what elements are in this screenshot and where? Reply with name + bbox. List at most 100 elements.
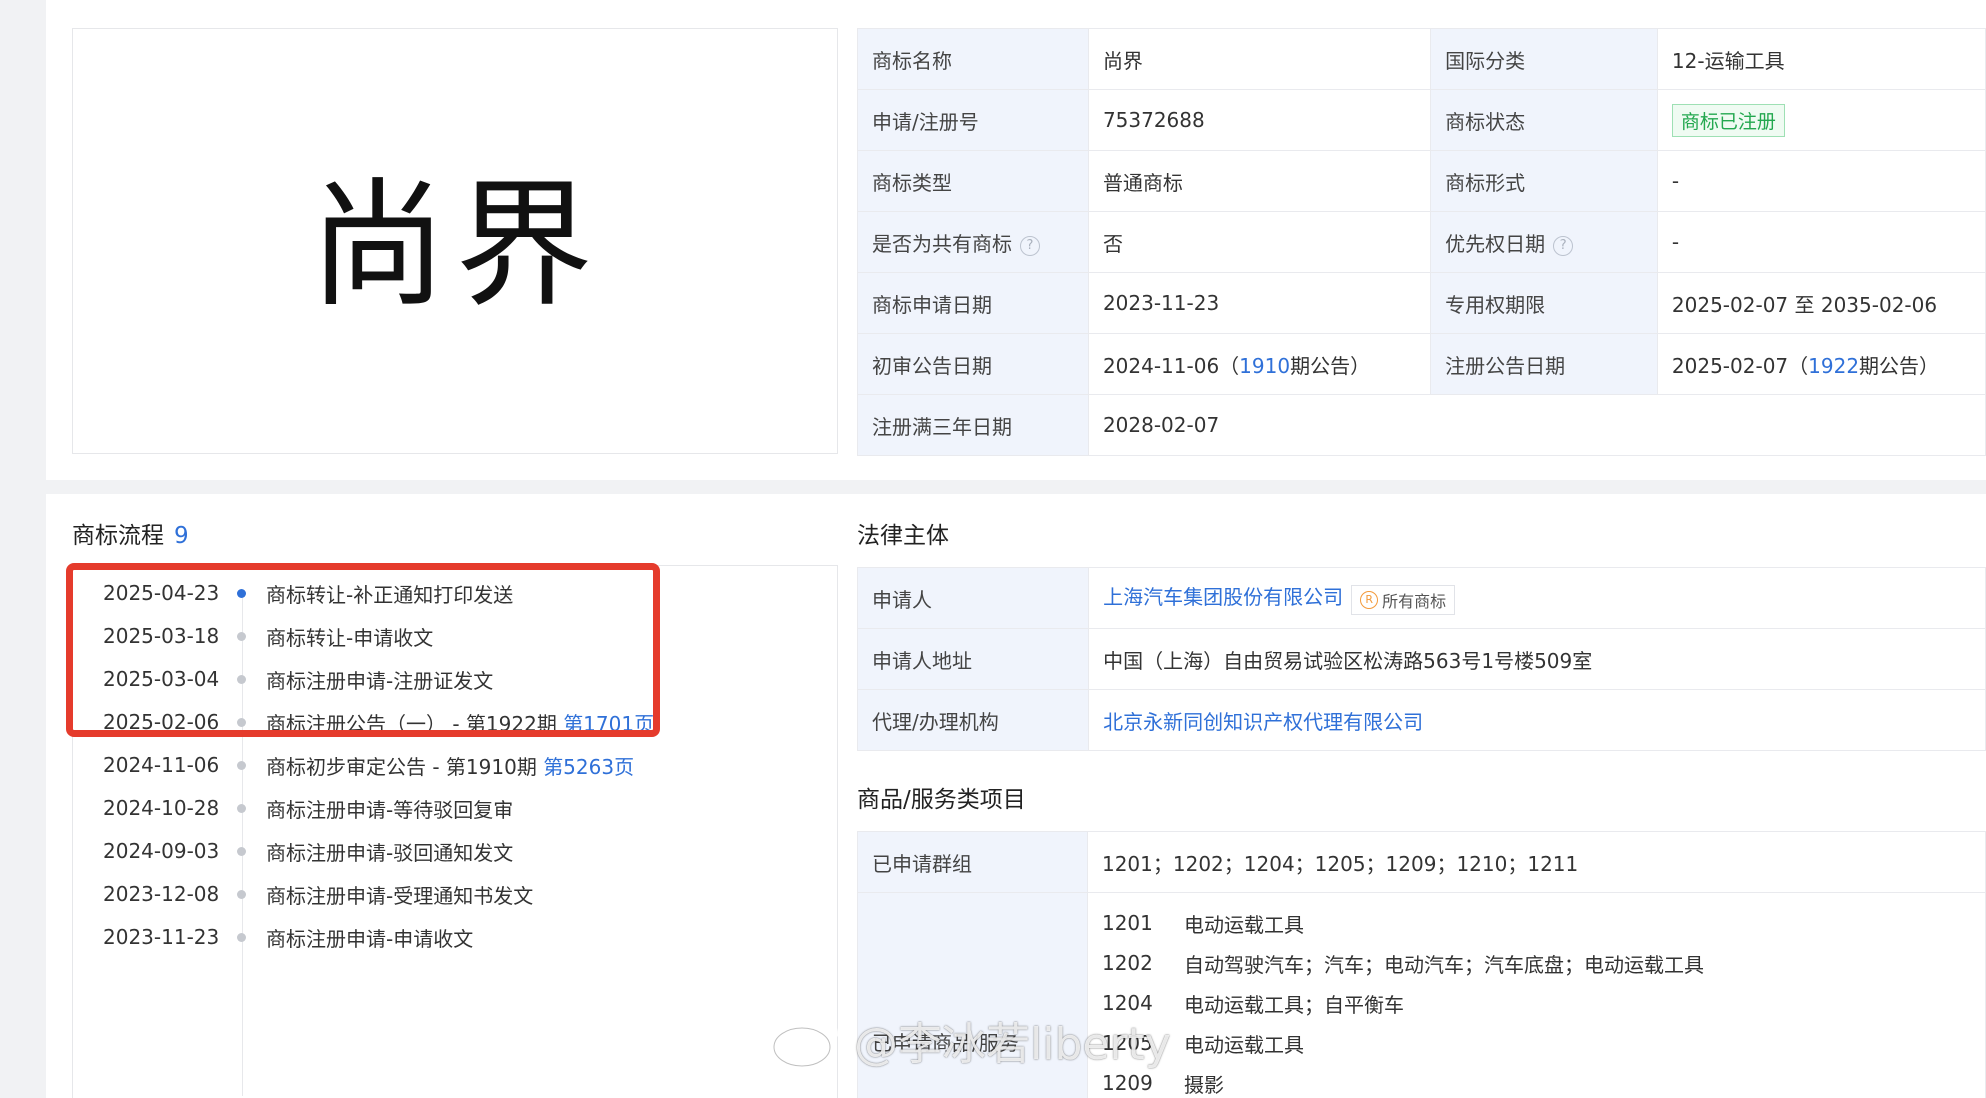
trademark-summary-card: 尚界 商标名称 尚界 国际分类 12-运输工具 申请/注册号 75372688 … <box>46 0 1986 480</box>
goods-desc: 摄影 <box>1183 1072 1224 1097</box>
info-label: 优先权日期? <box>1430 211 1658 273</box>
timeline-dot <box>237 717 246 727</box>
timeline-date: 2024-10-28 <box>103 796 220 820</box>
goods-groups-value: 1201；1202；1204；1205；1209；1210；1211 <box>1086 831 1986 893</box>
goods-desc: 电动运载工具；自平衡车 <box>1183 992 1404 1017</box>
timeline-text: 商标注册申请-受理通知书发文 <box>266 883 534 908</box>
legal-entity-table: 申请人 上海汽车集团股份有限公司 R 所有商标 申请人地址 中国（上海）自由贸易试验… <box>856 567 1986 751</box>
timeline-text: 商标注册申请-申请收文 <box>266 926 474 951</box>
info-row: 注册满三年日期 2028-02-07 <box>857 394 1986 456</box>
timeline-date: 2023-11-23 <box>103 925 220 949</box>
gazette-page-link[interactable]: 第5263页 <box>543 755 634 779</box>
timeline-dot <box>237 889 246 899</box>
process-title-text: 商标流程 <box>72 523 164 549</box>
trademark-detail-card: 商标流程 9 2025-04-23 商标转让-补正通知打印发送 2025-03-1… <box>46 494 1986 1098</box>
info-value: 普通商标 <box>1087 150 1432 212</box>
help-icon[interactable]: ? <box>1020 235 1040 256</box>
applicant-link[interactable]: 上海汽车集团股份有限公司 <box>1103 585 1343 609</box>
trademark-logo-text: 尚界 <box>308 165 601 326</box>
timeline-dot <box>237 760 246 770</box>
goods-desc: 电动运载工具 <box>1183 1032 1304 1057</box>
goods-section-title: 商品/服务类项目 <box>857 787 1026 813</box>
timeline-text: 商标注册申请-注册证发文 <box>266 668 494 693</box>
legal-value: 北京永新同创知识产权代理有限公司 <box>1088 689 1986 751</box>
process-count: 9 <box>174 523 189 549</box>
suffix-text: 期公告） <box>1290 353 1371 378</box>
goods-items-list: 1201 电动运载工具 1202 自动驾驶汽车；汽车；电动汽车；汽车底盘；电动运载工… <box>1086 892 1986 1098</box>
timeline-dot <box>237 846 246 856</box>
info-row: 初审公告日期 2024-11-06（1910期公告） 注册公告日期 2025-0… <box>857 333 1986 395</box>
legal-value: 上海汽车集团股份有限公司 R 所有商标 <box>1088 567 1986 629</box>
goods-row: 已申请商品/服务 1201 电动运载工具 1202 自动驾驶汽车；汽车；电动汽车；汽… <box>857 892 1986 1098</box>
goods-desc: 自动驾驶汽车；汽车；电动汽车；汽车底盘；电动运载工具 <box>1183 952 1704 977</box>
info-row: 商标申请日期 2023-11-23 专用权期限 2025-02-07 至 203… <box>857 272 1986 334</box>
legal-row: 代理/办理机构 北京永新同创知识产权代理有限公司 <box>856 689 1986 751</box>
goods-item: 1204 电动运载工具；自平衡车 <box>1102 983 1971 1023</box>
gazette-page-link[interactable]: 第1701页 <box>563 712 654 736</box>
info-label: 商标申请日期 <box>857 272 1089 334</box>
timeline-date: 2023-12-08 <box>103 882 220 906</box>
info-label: 商标状态 <box>1430 89 1658 151</box>
info-value: 2024-11-06（1910期公告） <box>1087 333 1432 395</box>
timeline-item: 2025-03-04 商标注册申请-注册证发文 <box>73 664 493 694</box>
all-trademarks-label: 所有商标 <box>1382 592 1447 611</box>
goods-code: 1209 <box>1101 1071 1153 1095</box>
legal-row: 申请人 上海汽车集团股份有限公司 R 所有商标 <box>856 567 1986 629</box>
info-row: 商标类型 普通商标 商标形式 - <box>857 150 1986 212</box>
timeline-dot <box>237 674 246 684</box>
all-trademarks-button[interactable]: R 所有商标 <box>1351 585 1456 615</box>
goods-item: 1209 摄影 <box>1102 1063 1971 1098</box>
info-label-text: 是否为共有商标 <box>872 231 1012 256</box>
legal-row: 申请人地址 中国（上海）自由贸易试验区松涛路563号1号楼509室 <box>856 628 1986 690</box>
goods-items-label: 已申请商品/服务 <box>872 1031 1019 1055</box>
timeline-text: 商标注册申请-等待驳回复审 <box>266 797 514 822</box>
goods-desc: 电动运载工具 <box>1183 912 1304 937</box>
timeline-item: 2024-10-28 商标注册申请-等待驳回复审 <box>73 793 513 823</box>
registered-icon: R <box>1360 591 1379 609</box>
info-row: 商标名称 尚界 国际分类 12-运输工具 <box>857 28 1986 90</box>
timeline-text-main: 商标初步审定公告 - 第1910期 <box>266 754 544 779</box>
timeline-dot <box>237 631 246 641</box>
timeline-item: 2023-11-23 商标注册申请-申请收文 <box>73 922 473 952</box>
info-value: 尚界 <box>1087 28 1432 90</box>
timeline-date: 2025-03-18 <box>103 624 220 648</box>
info-label: 申请/注册号 <box>857 89 1089 151</box>
info-row: 是否为共有商标? 否 优先权日期? - <box>857 211 1986 273</box>
legal-section-title: 法律主体 <box>857 523 949 549</box>
legal-label: 申请人 <box>856 567 1090 629</box>
info-label: 商标形式 <box>1430 150 1658 212</box>
timeline-item: 2025-04-23 商标转让-补正通知打印发送 <box>73 578 513 608</box>
info-value: 75372688 <box>1087 89 1432 151</box>
info-value: 2025-02-07（1922期公告） <box>1656 333 1986 395</box>
trademark-image: 尚界 <box>72 28 838 454</box>
timeline-text: 商标注册申请-驳回通知发文 <box>266 840 514 865</box>
info-value: 否 <box>1087 211 1432 273</box>
timeline-date: 2024-09-03 <box>103 839 220 863</box>
gazette-issue-link[interactable]: 1910 <box>1239 354 1290 378</box>
timeline-text-main: 商标注册公告（一） - 第1922期 <box>266 711 564 736</box>
help-icon[interactable]: ? <box>1553 235 1574 256</box>
status-badge: 商标已注册 <box>1671 103 1785 137</box>
goods-item: 1202 自动驾驶汽车；汽车；电动汽车；汽车底盘；电动运载工具 <box>1102 943 1971 983</box>
goods-services-table: 已申请群组 1201；1202；1204；1205；1209；1210；1211… <box>857 831 1986 1098</box>
timeline-item: 2024-09-03 商标注册申请-驳回通知发文 <box>73 836 513 866</box>
timeline-item: 2025-02-06 商标注册公告（一） - 第1922期 第1701页 <box>73 707 654 737</box>
info-label: 商标名称 <box>857 28 1089 90</box>
timeline-date: 2024-11-06 <box>103 753 220 777</box>
info-label: 初审公告日期 <box>857 333 1089 395</box>
info-label: 是否为共有商标? <box>857 211 1089 273</box>
goods-code: 1202 <box>1101 951 1153 975</box>
info-label: 注册满三年日期 <box>857 394 1089 456</box>
legal-label: 申请人地址 <box>856 628 1090 690</box>
timeline-text: 商标转让-补正通知打印发送 <box>266 582 514 607</box>
trademark-info-table: 商标名称 尚界 国际分类 12-运输工具 申请/注册号 75372688 商标状… <box>857 28 1986 456</box>
info-label: 注册公告日期 <box>1430 333 1658 395</box>
info-value: 2028-02-07 <box>1087 394 1986 456</box>
info-label-text: 优先权日期 <box>1445 231 1546 256</box>
timeline-item: 2024-11-06 商标初步审定公告 - 第1910期 第5263页 <box>73 750 634 780</box>
timeline-date: 2025-03-04 <box>103 667 220 691</box>
timeline-dot <box>237 932 246 942</box>
process-section-title: 商标流程 9 <box>72 516 189 550</box>
gazette-issue-link[interactable]: 1922 <box>1808 354 1859 378</box>
agency-link[interactable]: 北京永新同创知识产权代理有限公司 <box>1103 710 1423 734</box>
